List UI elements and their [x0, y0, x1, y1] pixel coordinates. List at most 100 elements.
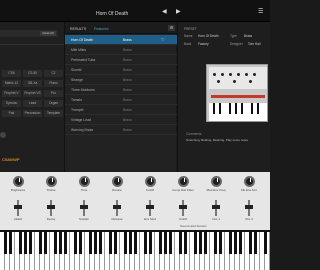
knob-icon[interactable] [78, 176, 90, 187]
sort-dropdown[interactable]: Featured [94, 27, 108, 31]
menu-icon[interactable]: ☰ [258, 8, 263, 15]
list-item[interactable]: Perforated Tuba Brass [65, 55, 177, 65]
macro-fader[interactable]: Sustain [69, 200, 99, 221]
black-key[interactable] [123, 232, 127, 254]
black-key[interactable] [158, 232, 162, 254]
macro-knob[interactable]: Brightness [3, 176, 33, 192]
black-key[interactable] [58, 232, 62, 254]
macro-fader[interactable]: Osc 2 [234, 200, 264, 221]
black-key[interactable] [23, 232, 27, 254]
black-key[interactable] [228, 232, 232, 254]
fader-handle[interactable] [80, 205, 88, 209]
knob-icon[interactable] [243, 176, 255, 187]
black-key[interactable] [213, 232, 217, 254]
black-key[interactable] [53, 232, 57, 254]
black-key[interactable] [93, 232, 97, 254]
keyboard[interactable] [0, 230, 270, 270]
fader-handle[interactable] [47, 205, 55, 209]
filter-tag[interactable]: Synclav [2, 100, 21, 107]
filter-tag[interactable]: Piano [44, 80, 63, 87]
heart-icon[interactable]: ♡ [161, 35, 165, 45]
black-key[interactable] [248, 232, 252, 254]
filter-tag[interactable]: Template [44, 110, 63, 117]
filter-tag[interactable]: Matrix-12 [2, 80, 21, 87]
fader-handle[interactable] [146, 205, 154, 209]
black-key[interactable] [8, 232, 12, 254]
black-key[interactable] [3, 232, 7, 254]
filter-tag[interactable]: CS6 [2, 70, 21, 77]
macro-knob[interactable]: Time [69, 176, 99, 192]
fader-handle[interactable] [245, 205, 253, 209]
list-item[interactable]: Slumbi Brass [65, 65, 177, 75]
macro-fader[interactable]: Release [102, 200, 132, 221]
black-key[interactable] [168, 232, 172, 254]
black-key[interactable] [98, 232, 102, 254]
name-value[interactable]: Horn Of Death [198, 34, 219, 38]
list-item[interactable]: Mile Miles Brass [65, 45, 177, 55]
macro-knob[interactable]: Cutoff [135, 176, 165, 192]
knob-icon[interactable] [210, 176, 222, 187]
black-key[interactable] [203, 232, 207, 254]
filter-tag[interactable]: Prophet VS [23, 90, 42, 97]
black-key[interactable] [73, 232, 77, 254]
fader-handle[interactable] [113, 205, 121, 209]
filter-tag[interactable]: Pad [2, 110, 21, 117]
filter-tag[interactable]: OB-Xa [23, 80, 42, 87]
knob-icon[interactable] [144, 176, 156, 187]
black-key[interactable] [38, 232, 42, 254]
macro-fader[interactable]: Env Mod [135, 200, 165, 221]
next-preset-icon[interactable]: ▶ [176, 8, 181, 15]
black-key[interactable] [63, 232, 67, 254]
list-item[interactable]: Warning Brass Brass [65, 125, 177, 135]
black-key[interactable] [148, 232, 152, 254]
macro-fader[interactable]: Decay [36, 200, 66, 221]
black-key[interactable] [183, 232, 187, 254]
filter-tag[interactable]: Prophet-V [2, 90, 21, 97]
black-key[interactable] [178, 232, 182, 254]
black-key[interactable] [78, 232, 82, 254]
black-key[interactable] [28, 232, 32, 254]
clear-all-button[interactable]: Clear All [40, 31, 56, 36]
black-key[interactable] [163, 232, 167, 254]
filter-tag[interactable]: Lead [23, 100, 42, 107]
filter-tag[interactable]: CS-80 [23, 70, 42, 77]
macro-fader[interactable]: Attack [3, 200, 33, 221]
knob-icon[interactable] [111, 176, 123, 187]
knob-icon[interactable] [12, 176, 24, 187]
list-item[interactable]: Tomato Brass [65, 95, 177, 105]
black-key[interactable] [113, 232, 117, 254]
list-item[interactable]: Three Mobboes Brass [65, 85, 177, 95]
macro-knob[interactable]: Mod Env Freq [201, 176, 231, 192]
macro-knob[interactable]: Timbre [36, 176, 66, 192]
macro-knob[interactable]: Filt Env Amt [234, 176, 264, 192]
macro-knob[interactable]: Detune [102, 176, 132, 192]
list-item[interactable]: Vintage Lead Brass [65, 115, 177, 125]
black-key[interactable] [253, 232, 257, 254]
macro-knob[interactable]: Comp Dist Filter [168, 176, 198, 192]
black-key[interactable] [198, 232, 202, 254]
filter-tag[interactable]: Organ [44, 100, 63, 107]
black-key[interactable] [233, 232, 237, 254]
black-key[interactable] [88, 232, 92, 254]
filter-tag[interactable]: Percussion [23, 110, 42, 117]
knob-icon[interactable] [177, 176, 189, 187]
macro-fader[interactable]: Osc 1 [201, 200, 231, 221]
knob-icon[interactable] [45, 176, 57, 187]
type-value[interactable]: Brass [244, 34, 252, 38]
list-item[interactable]: Trumpet Brass [65, 105, 177, 115]
fader-handle[interactable] [179, 205, 187, 209]
filter-tag[interactable]: C2 [44, 70, 63, 77]
filter-tag[interactable]: Pro [44, 90, 63, 97]
black-key[interactable] [238, 232, 242, 254]
preset-name[interactable]: Horn Of Death [96, 11, 128, 17]
black-key[interactable] [18, 232, 22, 254]
fader-handle[interactable] [212, 205, 220, 209]
black-key[interactable] [128, 232, 132, 254]
black-key[interactable] [218, 232, 222, 254]
black-key[interactable] [108, 232, 112, 254]
black-key[interactable] [263, 232, 267, 254]
black-key[interactable] [193, 232, 197, 254]
black-key[interactable] [143, 232, 147, 254]
black-key[interactable] [133, 232, 137, 254]
prev-preset-icon[interactable]: ◀ [162, 8, 167, 15]
